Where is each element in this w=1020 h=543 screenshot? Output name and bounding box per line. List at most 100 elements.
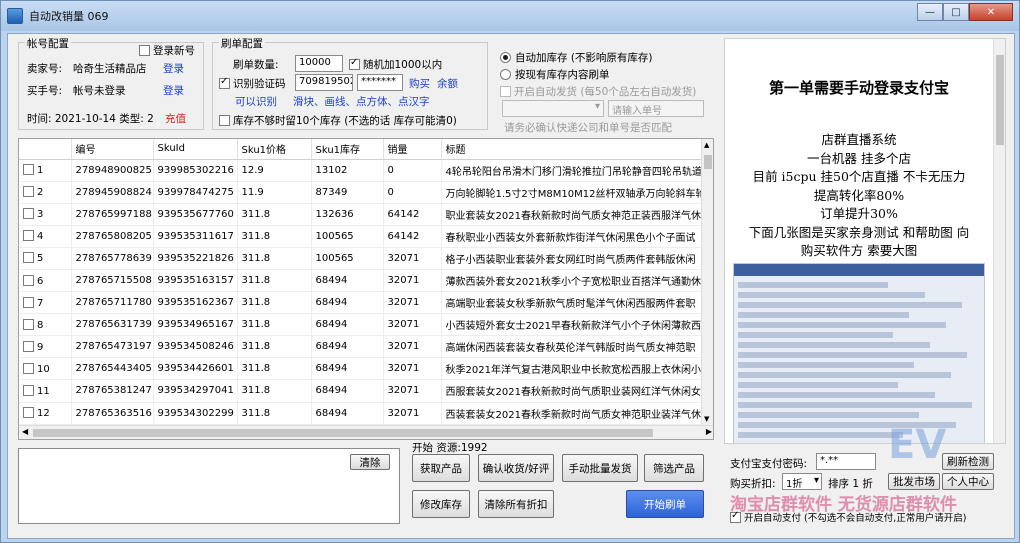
manual-ship-button[interactable]: 手动批量发货 [562, 454, 638, 482]
row-checkbox[interactable]: 10 [19, 357, 72, 381]
title-bar[interactable]: 自动改销量 069 — □ ✕ [1, 1, 1019, 31]
table-row[interactable]: 2 278945908824 939978474275 11.9 87349 0 万向轮脚轮… [19, 181, 712, 204]
discount-select[interactable]: 1折 ▾ [782, 473, 822, 490]
auto-ship-checkbox[interactable]: 开启自动发货 (每50个品左右自动发货) [500, 84, 696, 99]
main-panel: 帐号配置 登录新号 卖家号: 哈奇生活精品店 登录 买手号: 帐号未登录 登录 … [7, 33, 1015, 539]
promo-line: 店群直播系统 [821, 132, 897, 147]
product-table: 编号 SkuId Sku1价格 Sku1库存 销量 标题 1 2789489008… [18, 138, 714, 440]
table-row[interactable]: 11 278765381247 939534297041 311.8 68494 3207… [19, 379, 712, 403]
promo-scrollbar[interactable] [993, 39, 1005, 443]
buyer-label: 买手号: [27, 85, 63, 97]
cell-skuid: 939535163157 [153, 269, 238, 293]
row-index: 4 [37, 231, 44, 243]
personal-center-button[interactable]: 个人中心 [942, 473, 994, 490]
cell-id: 278765631739 [71, 313, 154, 337]
scroll-down-icon[interactable]: ▼ [704, 415, 709, 423]
express-select[interactable]: ▾ [502, 100, 604, 117]
cell-skuid: 939535221826 [153, 247, 238, 270]
col-sales[interactable]: 销量 [383, 139, 442, 160]
row-checkbox[interactable]: 11 [19, 379, 72, 403]
captcha-account-input[interactable]: 709819502 [295, 74, 353, 91]
cell-price: 311.8 [237, 225, 312, 248]
quantity-input[interactable]: 10000 [295, 55, 343, 72]
row-checkbox[interactable]: 8 [19, 313, 72, 337]
row-index: 12 [37, 408, 50, 420]
row-checkbox[interactable]: 7 [19, 291, 72, 315]
get-product-button[interactable]: 获取产品 [412, 454, 470, 482]
recharge-link[interactable]: 充值 [165, 111, 186, 126]
col-id[interactable]: 编号 [71, 139, 154, 160]
row-checkbox[interactable]: 3 [19, 203, 72, 226]
col-price[interactable]: Sku1价格 [237, 139, 312, 160]
cell-sales: 32071 [383, 313, 442, 337]
cell-price: 12.9 [237, 159, 312, 182]
cell-stock: 68494 [311, 313, 384, 337]
switch-seller-link[interactable]: 登录 [163, 61, 184, 76]
clear-log-button[interactable]: 清除 [350, 454, 390, 470]
col-skuid[interactable]: SkuId [153, 139, 238, 160]
table-row[interactable]: 6 278765715508 939535163157 311.8 68494 32071… [19, 269, 712, 293]
row-checkbox[interactable]: 1 [19, 159, 72, 182]
auto-stock-radio[interactable]: 自动加库存 (不影响原有库存) [500, 50, 653, 65]
table-row[interactable]: 10 278765443405 939534426601 311.8 68494 3207… [19, 357, 712, 381]
row-checkbox[interactable]: 2 [19, 181, 72, 204]
cell-skuid: 939535311617 [153, 225, 238, 248]
minimize-icon[interactable]: — [917, 3, 943, 21]
balance-link[interactable]: 余额 [437, 76, 458, 91]
cell-price: 311.8 [237, 335, 312, 359]
row-checkbox[interactable]: 9 [19, 335, 72, 359]
table-row[interactable]: 1 278948900825 939985302216 12.9 13102 0 4轮吊轮阳… [19, 159, 712, 182]
col-title[interactable]: 标题 [441, 139, 712, 160]
buyer-login-link[interactable]: 登录 [163, 83, 184, 98]
keep-stock-checkbox[interactable]: 库存不够时留10个库存 (不选的话 库存可能清0) [219, 113, 457, 128]
table-row[interactable]: 12 278765363516 939534302299 311.8 68494 3207… [19, 402, 712, 425]
row-checkbox[interactable]: 4 [19, 225, 72, 248]
clear-discount-button[interactable]: 清除所有折扣 [478, 490, 554, 518]
auto-stock-label: 自动加库存 (不影响原有库存) [515, 52, 653, 64]
cell-id: 278765363516 [71, 402, 154, 425]
row-checkbox[interactable]: 12 [19, 402, 72, 425]
col-stock[interactable]: Sku1库存 [311, 139, 384, 160]
cell-title: 薄款西装外套女2021秋季小个子宽松职业百搭洋气通勤休闲 [441, 269, 712, 293]
login-new-checkbox[interactable]: 登录新号 [139, 43, 195, 58]
screenshot-row [738, 432, 903, 438]
cell-id: 278765381247 [71, 379, 154, 403]
row-index: 1 [37, 165, 44, 177]
random-checkbox[interactable]: 随机加1000以内 [349, 57, 442, 72]
close-icon[interactable]: ✕ [969, 3, 1013, 21]
table-row[interactable]: 5 278765778639 939535221826 311.8 100565 3207… [19, 247, 712, 270]
scroll-right-icon[interactable]: ▶ [706, 427, 712, 436]
captcha-password-input[interactable]: ******* [357, 74, 403, 91]
order-number-input[interactable]: 请输入单号 [608, 100, 704, 117]
table-row[interactable]: 3 278765997188 939535677760 311.8 132636 6414… [19, 203, 712, 226]
row-checkbox[interactable]: 6 [19, 269, 72, 293]
maximize-icon[interactable]: □ [943, 3, 969, 21]
table-horizontal-scrollbar[interactable]: ◀ ▶ [19, 425, 713, 439]
express-note: 请务必确认快递公司和单号是否匹配 [504, 122, 672, 134]
scroll-up-icon[interactable]: ▲ [704, 141, 709, 149]
wholesale-market-button[interactable]: 批发市场 [888, 473, 940, 490]
buy-link[interactable]: 购买 [409, 76, 430, 91]
table-vertical-thumb[interactable] [704, 155, 712, 169]
row-checkbox[interactable]: 5 [19, 247, 72, 270]
log-textarea[interactable] [18, 448, 400, 524]
table-row[interactable]: 7 278765711780 939535162367 311.8 68494 32071… [19, 291, 712, 315]
cell-price: 311.8 [237, 379, 312, 403]
table-vertical-scrollbar[interactable]: ▲ ▼ [701, 139, 713, 425]
refresh-check-button[interactable]: 刷新检测 [942, 453, 994, 470]
promo-scroll-thumb[interactable] [996, 55, 1004, 145]
table-horizontal-thumb[interactable] [33, 429, 653, 437]
screenshot-row [738, 362, 914, 368]
cell-title: 格子小西装职业套装外套女网红时尚气质两件套韩版休闲 [441, 247, 712, 270]
table-row[interactable]: 8 278765631739 939534965167 311.8 68494 32071… [19, 313, 712, 337]
scroll-left-icon[interactable]: ◀ [22, 427, 28, 436]
captcha-checkbox[interactable]: 识别验证码 [219, 76, 286, 91]
filter-product-button[interactable]: 筛选产品 [644, 454, 704, 482]
table-row[interactable]: 4 278765808205 939535311617 311.8 100565 6414… [19, 225, 712, 248]
pay-password-input[interactable]: *.** [816, 453, 876, 470]
modify-stock-button[interactable]: 修改库存 [412, 490, 470, 518]
by-stock-radio[interactable]: 按现有库存内容刷单 [500, 67, 610, 82]
start-brush-button[interactable]: 开始刷单 [626, 490, 704, 518]
table-row[interactable]: 9 278765473197 939534508246 311.8 68494 32071… [19, 335, 712, 359]
confirm-receipt-button[interactable]: 确认收货/好评 [478, 454, 554, 482]
